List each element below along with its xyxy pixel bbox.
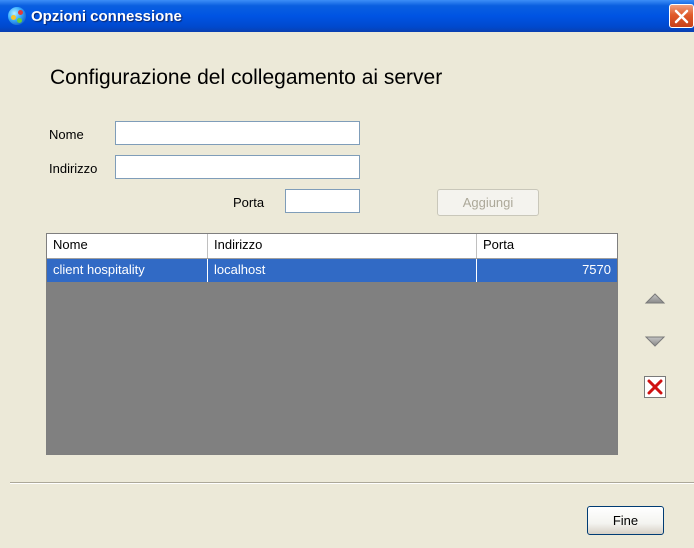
- delete-button[interactable]: [641, 374, 669, 400]
- cell-name: client hospitality: [47, 259, 208, 282]
- table-header: Nome Indirizzo Porta: [47, 234, 617, 259]
- window-title: Opzioni connessione: [31, 8, 182, 25]
- arrow-up-icon: [644, 293, 666, 304]
- close-icon: [674, 9, 689, 24]
- dialog-window: Opzioni connessione Configurazione del c…: [0, 0, 694, 548]
- column-header-address[interactable]: Indirizzo: [208, 234, 477, 258]
- add-button[interactable]: Aggiungi: [437, 189, 539, 216]
- name-input[interactable]: [115, 121, 360, 145]
- footer-separator: [10, 482, 694, 484]
- move-up-button[interactable]: [641, 286, 669, 312]
- close-button[interactable]: [669, 4, 694, 28]
- table-row[interactable]: client hospitality localhost 7570: [47, 259, 617, 282]
- delete-icon: [644, 376, 666, 398]
- name-label: Nome: [49, 127, 84, 142]
- move-down-button[interactable]: [641, 328, 669, 354]
- cell-address: localhost: [208, 259, 477, 282]
- arrow-down-icon: [644, 336, 666, 347]
- port-input[interactable]: [285, 189, 360, 213]
- finish-button[interactable]: Fine: [587, 506, 664, 535]
- server-table: Nome Indirizzo Porta client hospitality …: [46, 233, 618, 455]
- column-header-name[interactable]: Nome: [47, 234, 208, 258]
- page-heading: Configurazione del collegamento ai serve…: [50, 66, 443, 89]
- address-label: Indirizzo: [49, 161, 98, 176]
- cell-port: 7570: [582, 262, 611, 277]
- address-input[interactable]: [115, 155, 360, 179]
- title-bar[interactable]: Opzioni connessione: [0, 0, 694, 32]
- column-header-port[interactable]: Porta: [477, 234, 617, 258]
- app-globe-icon: [8, 7, 26, 25]
- port-label: Porta: [233, 195, 265, 210]
